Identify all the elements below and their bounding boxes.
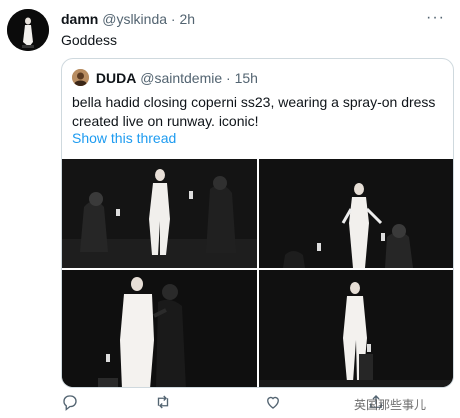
quoted-tweet-text: bella hadid closing coperni ss23, wearin… xyxy=(72,94,436,129)
show-thread-link[interactable]: Show this thread xyxy=(72,130,176,146)
tweet-time[interactable]: 2h xyxy=(179,11,195,27)
quoted-author-name[interactable]: DUDA xyxy=(96,70,136,86)
separator-dot: · xyxy=(170,11,176,27)
more-options-icon[interactable]: ··· xyxy=(426,9,445,27)
runway-photo-1[interactable] xyxy=(62,159,257,268)
author-handle[interactable]: @yslkinda xyxy=(102,11,167,27)
separator-dot: · xyxy=(226,70,231,86)
tweet-text: Goddess xyxy=(61,32,118,48)
runway-photo-3[interactable] xyxy=(62,270,257,387)
tweet[interactable]: damn @yslkinda · 2h ··· Goddess DUDA @sa… xyxy=(0,0,460,418)
avatar[interactable] xyxy=(7,9,49,51)
watermark: 英国那些事儿 xyxy=(354,398,427,412)
media-grid xyxy=(62,159,453,387)
quoted-avatar[interactable] xyxy=(72,69,89,86)
quoted-time[interactable]: 15h xyxy=(235,70,258,86)
quoted-tweet-header: DUDA @saintdemie · 15h xyxy=(72,69,258,87)
retweet-icon[interactable] xyxy=(154,393,174,413)
reply-icon[interactable] xyxy=(61,393,81,413)
like-icon[interactable] xyxy=(264,393,284,413)
runway-photo-4[interactable] xyxy=(259,270,453,387)
quoted-author-handle[interactable]: @saintdemie xyxy=(140,70,222,86)
tweet-header: damn @yslkinda · 2h xyxy=(61,10,195,28)
runway-photo-2[interactable] xyxy=(259,159,453,268)
author-name[interactable]: damn xyxy=(61,11,98,27)
quoted-tweet[interactable]: DUDA @saintdemie · 15h bella hadid closi… xyxy=(61,58,454,388)
